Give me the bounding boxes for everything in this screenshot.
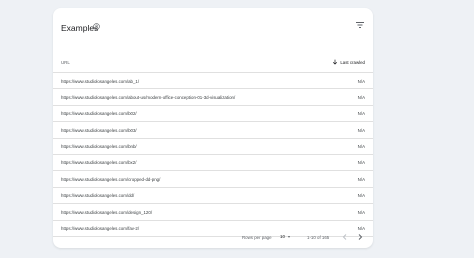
examples-card: Examples URL Last crawled https://www.st… <box>53 8 373 248</box>
table-row[interactable]: https://www.studiolosangeles.com/cropped… <box>53 171 373 188</box>
card-header: Examples <box>53 8 373 46</box>
row-url: https://www.studiolosangeles.com/bnb/ <box>61 144 137 150</box>
table-row[interactable]: https://www.studiolosangeles.com/dd/ N/A <box>53 188 373 205</box>
row-url: https://www.studiolosangeles.com/bx2/ <box>61 160 137 166</box>
chevron-down-icon <box>287 235 290 238</box>
row-url: https://www.studiolosangeles.com/about-u… <box>61 94 236 100</box>
row-last-crawled: N/A <box>357 193 365 199</box>
row-url: https://www.studiolosangeles.com/b03/ <box>61 127 137 133</box>
table-row[interactable]: https://www.studiolosangeles.com/about-u… <box>53 89 373 106</box>
pagination-range: 1-10 of 165 <box>307 235 330 240</box>
chevron-left-icon[interactable] <box>340 232 350 242</box>
column-header-url: URL <box>61 60 70 65</box>
table-header: URL Last crawled <box>53 52 373 73</box>
row-last-crawled: N/A <box>357 160 365 166</box>
row-url: https://www.studiolosangeles.com/cropped… <box>61 176 161 182</box>
table-row[interactable]: https://www.studiolosangeles.com/design_… <box>53 204 373 221</box>
rows-per-page-value: 10 <box>280 234 285 239</box>
rows-per-page-select[interactable]: 10 <box>280 234 290 239</box>
table-row[interactable]: https://www.studiolosangeles.com/bx2/ N/… <box>53 155 373 172</box>
row-last-crawled: N/A <box>357 94 365 100</box>
row-last-crawled: N/A <box>357 176 365 182</box>
table-row[interactable]: https://www.studiolosangeles.com/b02/ N/… <box>53 106 373 123</box>
column-header-last-crawled[interactable]: Last crawled <box>332 59 365 65</box>
chevron-right-icon[interactable] <box>355 232 365 242</box>
row-last-crawled: N/A <box>357 209 365 215</box>
row-last-crawled: N/A <box>357 111 365 117</box>
table-row[interactable]: https://www.studiolosangeles.com/ab_1/ N… <box>53 73 373 90</box>
table-body: https://www.studiolosangeles.com/ab_1/ N… <box>53 73 373 237</box>
filter-icon[interactable] <box>355 20 365 30</box>
row-url: https://www.studiolosangeles.com/dd/ <box>61 193 135 199</box>
row-last-crawled: N/A <box>357 127 365 133</box>
row-last-crawled: N/A <box>357 78 365 84</box>
help-circle-icon[interactable] <box>93 23 100 30</box>
rows-per-page-label: Rows per page <box>242 235 272 240</box>
table-row[interactable]: https://www.studiolosangeles.com/b03/ N/… <box>53 122 373 139</box>
arrow-down-icon <box>333 59 338 65</box>
row-url: https://www.studiolosangeles.com/ab_1/ <box>61 78 140 84</box>
column-header-last-crawled-label: Last crawled <box>340 59 365 65</box>
row-url: https://www.studiolosangeles.com/b02/ <box>61 111 137 117</box>
table-row[interactable]: https://www.studiolosangeles.com/bnb/ N/… <box>53 139 373 155</box>
pagination-footer: Rows per page 10 1-10 of 165 <box>53 228 373 248</box>
row-url: https://www.studiolosangeles.com/design_… <box>61 209 153 215</box>
row-last-crawled: N/A <box>357 144 365 150</box>
